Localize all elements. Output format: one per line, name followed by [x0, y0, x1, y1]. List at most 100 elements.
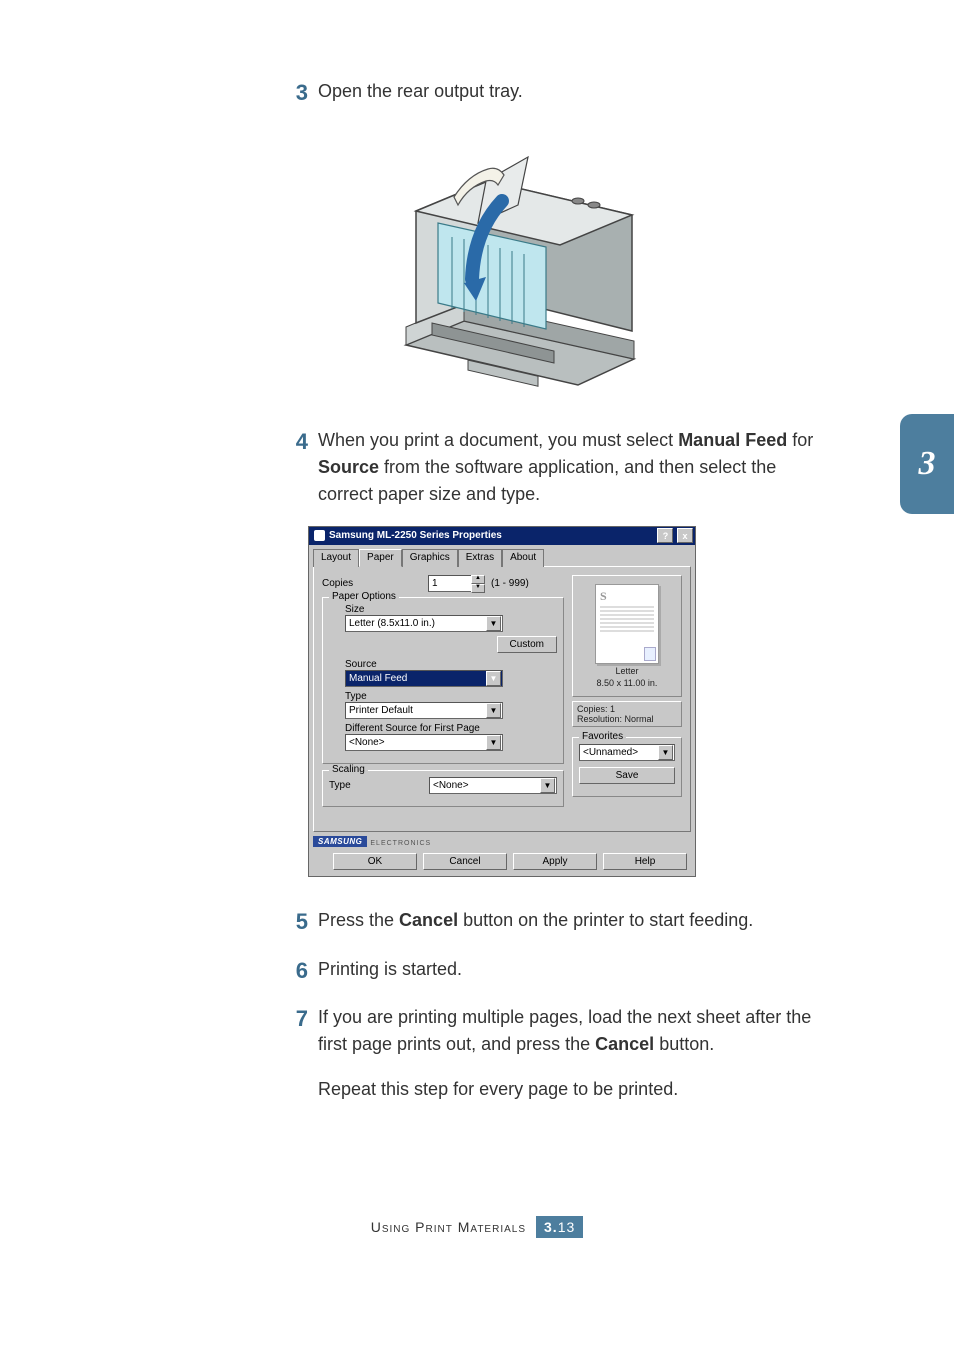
printer-icon [368, 127, 668, 397]
step-text: Open the rear output tray. [318, 78, 832, 109]
step-6: 6 Printing is started. [278, 956, 832, 987]
tab-about[interactable]: About [502, 549, 544, 567]
dialog-title: Samsung ML-2250 Series Properties [329, 530, 502, 541]
tab-paper[interactable]: Paper [359, 549, 402, 567]
content-area: 3 Open the rear output tray. [278, 78, 832, 1121]
status-resolution: Resolution: Normal [577, 714, 677, 724]
ok-button[interactable]: OK [333, 853, 417, 870]
chevron-down-icon: ▼ [486, 703, 501, 718]
text: button. [654, 1034, 714, 1054]
preview-paper-name: Letter [615, 666, 638, 676]
scaling-type-label: Type [329, 780, 429, 791]
text: Press the [318, 910, 399, 930]
tab-graphics[interactable]: Graphics [402, 549, 458, 567]
paper-preview-icon: S [595, 584, 659, 664]
properties-dialog: Samsung ML-2250 Series Properties ? x La… [308, 526, 696, 877]
chevron-down-icon: ▼ [658, 745, 673, 760]
size-select[interactable]: Letter (8.5x11.0 in.) ▼ [345, 615, 503, 632]
step-text: When you print a document, you must sele… [318, 427, 832, 508]
close-button[interactable]: x [677, 528, 693, 543]
status-copies: Copies: 1 [577, 704, 677, 714]
size-value: Letter (8.5x11.0 in.) [349, 618, 435, 629]
scaling-group: Scaling Type <None>▼ [322, 770, 564, 807]
chevron-down-icon: ▼ [486, 616, 501, 631]
save-button[interactable]: Save [579, 767, 675, 784]
group-title: Favorites [579, 731, 626, 742]
step-text: Printing is started. [318, 956, 832, 987]
help-button[interactable]: Help [603, 853, 687, 870]
footer-chapter: 3. [544, 1219, 558, 1235]
step-5: 5 Press the Cancel button on the printer… [278, 907, 832, 938]
titlebar: Samsung ML-2250 Series Properties ? x [309, 527, 695, 545]
printer-illustration [368, 127, 832, 397]
step-number: 6 [278, 956, 318, 987]
text: for [787, 430, 813, 450]
favorites-value: <Unnamed> [583, 747, 638, 758]
electronics-label: ELECTRONICS [370, 840, 431, 847]
step-text: Press the Cancel button on the printer t… [318, 907, 832, 938]
copies-label: Copies [322, 578, 428, 589]
page: 3 3 Open the rear output tray. [0, 0, 954, 1348]
footer-section: Using Print Materials [371, 1219, 526, 1235]
diff-source-select[interactable]: <None> ▼ [345, 734, 503, 751]
tab-layout[interactable]: Layout [313, 549, 359, 567]
chevron-down-icon: ▼ [486, 671, 501, 686]
favorites-group: Favorites <Unnamed>▼ Save [572, 737, 682, 797]
brand-row: SAMSUNG ELECTRONICS [313, 836, 695, 847]
type-label: Type [345, 691, 557, 702]
copies-range: (1 - 999) [491, 578, 529, 589]
page-footer: Using Print Materials 3.13 [0, 1216, 954, 1238]
cancel-button[interactable]: Cancel [423, 853, 507, 870]
step-number: 5 [278, 907, 318, 938]
step-number: 3 [278, 78, 318, 109]
diff-source-label: Different Source for First Page [345, 723, 557, 734]
preview-box: S Letter 8.50 x 11.00 in. [572, 575, 682, 697]
diff-value: <None> [349, 737, 385, 748]
preview-letter: S [600, 589, 607, 603]
step-number: 4 [278, 427, 318, 508]
size-label: Size [345, 604, 557, 615]
step-3: 3 Open the rear output tray. [278, 78, 832, 109]
app-icon [314, 530, 325, 541]
text-bold: Source [318, 457, 379, 477]
favorites-select[interactable]: <Unnamed> ▼ [579, 744, 675, 761]
text: Repeat this step for every page to be pr… [318, 1079, 678, 1099]
text: button on the printer to start feeding. [458, 910, 753, 930]
text: If you are printing multiple pages, load… [318, 1007, 811, 1054]
tab-strip: Layout Paper Graphics Extras About [309, 545, 695, 566]
source-value: Manual Feed [349, 673, 407, 684]
step-text: If you are printing multiple pages, load… [318, 1004, 832, 1103]
footer-page-number: 13 [558, 1219, 576, 1235]
side-chapter-tab: 3 [900, 414, 954, 514]
type-select[interactable]: Printer Default ▼ [345, 702, 503, 719]
help-button[interactable]: ? [657, 528, 673, 543]
type-value: Printer Default [349, 705, 413, 716]
chevron-down-icon: ▼ [540, 778, 555, 793]
step-4: 4 When you print a document, you must se… [278, 427, 832, 508]
col-right: S Letter 8.50 x 11.00 in. Copies: 1 Reso… [572, 575, 682, 825]
chevron-down-icon: ▼ [486, 735, 501, 750]
side-chapter-number: 3 [919, 445, 936, 483]
col-left: Copies 1 ▲▼ (1 - 999) Paper Options Size… [322, 575, 564, 825]
scaling-select[interactable]: <None> ▼ [429, 777, 557, 794]
group-title: Scaling [329, 764, 368, 775]
text-bold: Manual Feed [678, 430, 787, 450]
step-7: 7 If you are printing multiple pages, lo… [278, 1004, 832, 1103]
paper-options-group: Paper Options Size Letter (8.5x11.0 in.)… [322, 597, 564, 764]
group-title: Paper Options [329, 591, 399, 602]
custom-button[interactable]: Custom [497, 636, 557, 653]
source-label: Source [345, 659, 557, 670]
step-number: 7 [278, 1004, 318, 1103]
text: from the software application, and then … [318, 457, 776, 504]
copies-input[interactable]: 1 [428, 575, 472, 592]
samsung-logo: SAMSUNG [313, 836, 367, 847]
scaling-value: <None> [433, 780, 469, 791]
copies-spinner[interactable]: ▲▼ [471, 575, 485, 593]
footer-page-badge: 3.13 [536, 1216, 583, 1238]
source-select[interactable]: Manual Feed ▼ [345, 670, 503, 687]
tab-extras[interactable]: Extras [458, 549, 502, 567]
dialog-button-row: OK Cancel Apply Help [309, 847, 695, 876]
text: When you print a document, you must sele… [318, 430, 678, 450]
apply-button[interactable]: Apply [513, 853, 597, 870]
status-box: Copies: 1 Resolution: Normal [572, 701, 682, 727]
